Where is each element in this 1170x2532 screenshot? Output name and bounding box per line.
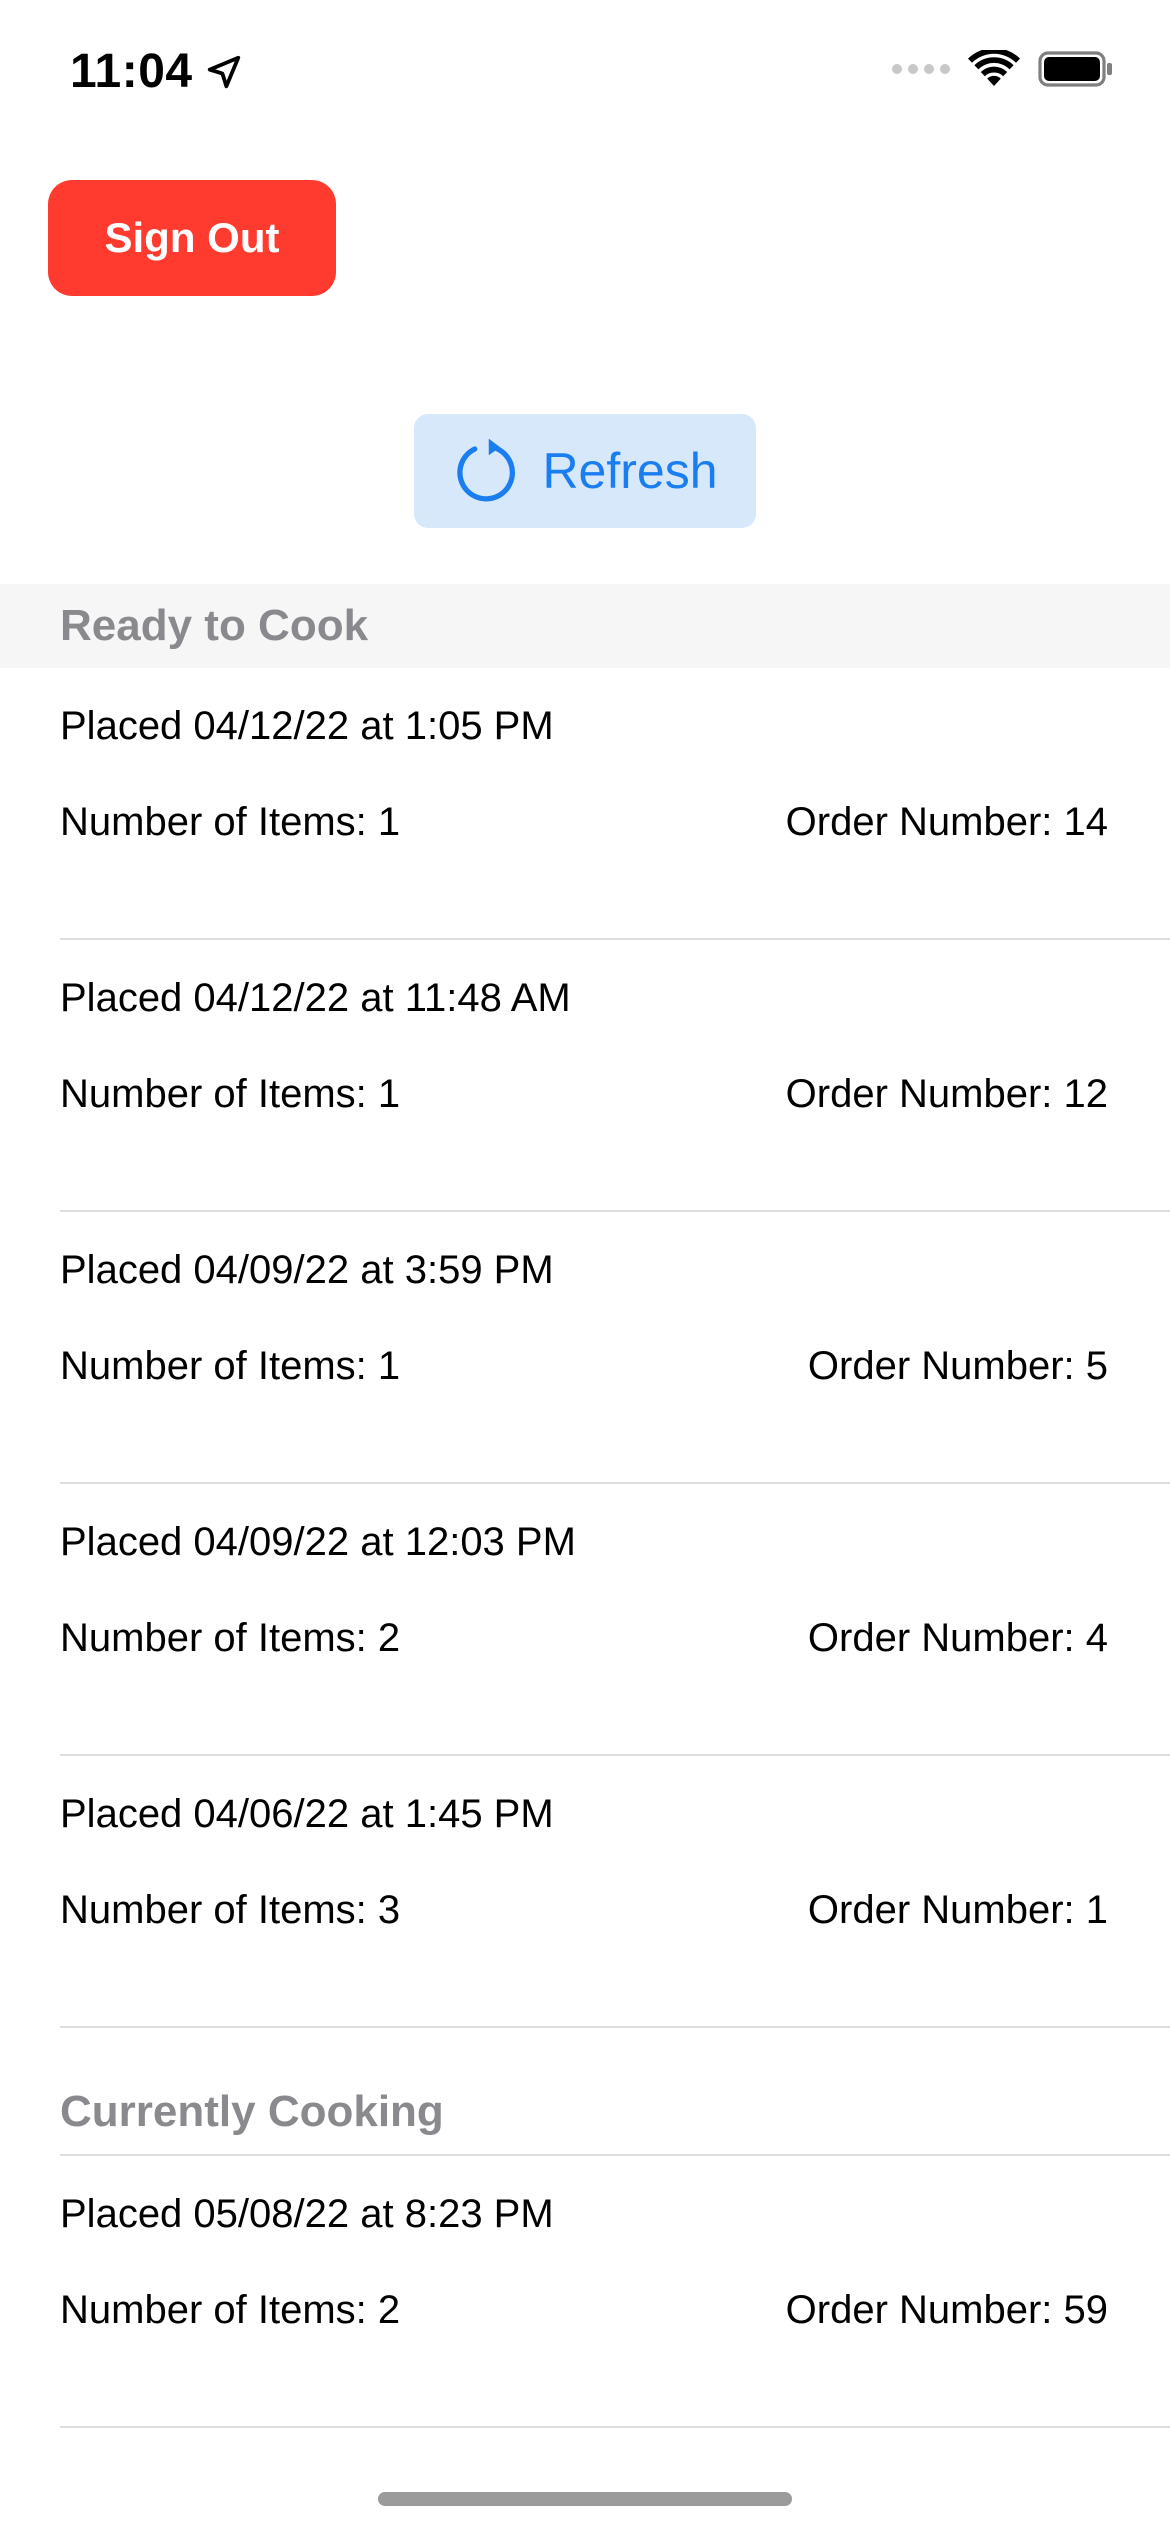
order-item-count: Number of Items: 3 (60, 1888, 401, 1932)
order-number: Order Number: 5 (807, 1344, 1108, 1388)
cellular-signal-icon (892, 64, 950, 74)
sign-out-button[interactable]: Sign Out (48, 180, 336, 296)
section-title: Currently Cooking (60, 2087, 444, 2136)
order-placed-time: Placed 04/12/22 at 1:05 PM (60, 704, 554, 748)
order-placed-time: Placed 04/09/22 at 3:59 PM (60, 1248, 554, 1292)
order-number: Order Number: 1 (807, 1888, 1108, 1932)
order-number: Order Number: 12 (785, 1072, 1108, 1116)
refresh-icon (457, 438, 516, 502)
order-row[interactable]: Placed 04/12/22 at 11:48 AM Number of It… (0, 940, 1170, 1212)
section-header-ready-to-cook: Ready to Cook (0, 584, 1170, 668)
order-placed-time: Placed 05/08/22 at 8:23 PM (60, 2192, 554, 2236)
order-row[interactable]: Placed 04/12/22 at 1:05 PM Number of Ite… (0, 668, 1170, 940)
status-icons (892, 50, 1114, 88)
order-number: Order Number: 14 (785, 800, 1108, 844)
order-row[interactable]: Placed 04/09/22 at 12:03 PM Number of It… (0, 1484, 1170, 1756)
order-item-count: Number of Items: 1 (60, 1072, 401, 1116)
order-row[interactable]: Placed 04/06/22 at 1:45 PM Number of Ite… (0, 1756, 1170, 2028)
home-indicator[interactable] (378, 2492, 792, 2506)
status-bar: 11:04 (0, 0, 1170, 150)
order-number: Order Number: 59 (785, 2288, 1108, 2332)
order-item-count: Number of Items: 2 (60, 2288, 401, 2332)
wifi-icon (968, 50, 1020, 86)
order-placed-time: Placed 04/06/22 at 1:45 PM (60, 1792, 554, 1836)
status-time: 11:04 (70, 44, 243, 99)
status-time-text: 11:04 (70, 45, 193, 98)
order-item-count: Number of Items: 1 (60, 1344, 401, 1388)
order-placed-time: Placed 04/09/22 at 12:03 PM (60, 1520, 576, 1564)
order-row[interactable]: Placed 04/09/22 at 3:59 PM Number of Ite… (0, 1212, 1170, 1484)
section-header-currently-cooking: Currently Cooking (0, 2070, 1170, 2154)
order-number: Order Number: 4 (807, 1616, 1108, 1660)
section-title: Ready to Cook (60, 601, 369, 650)
row-divider (60, 2026, 1170, 2028)
battery-icon (1038, 51, 1112, 87)
order-item-count: Number of Items: 2 (60, 1616, 401, 1660)
refresh-label: Refresh (542, 443, 718, 499)
location-arrow-icon (207, 55, 240, 88)
order-row[interactable]: Placed 05/08/22 at 8:23 PM Number of Ite… (0, 2156, 1170, 2428)
row-divider (60, 2426, 1170, 2428)
refresh-button[interactable]: Refresh (414, 414, 756, 528)
order-placed-time: Placed 04/12/22 at 11:48 AM (60, 976, 571, 1020)
order-item-count: Number of Items: 1 (60, 800, 401, 844)
